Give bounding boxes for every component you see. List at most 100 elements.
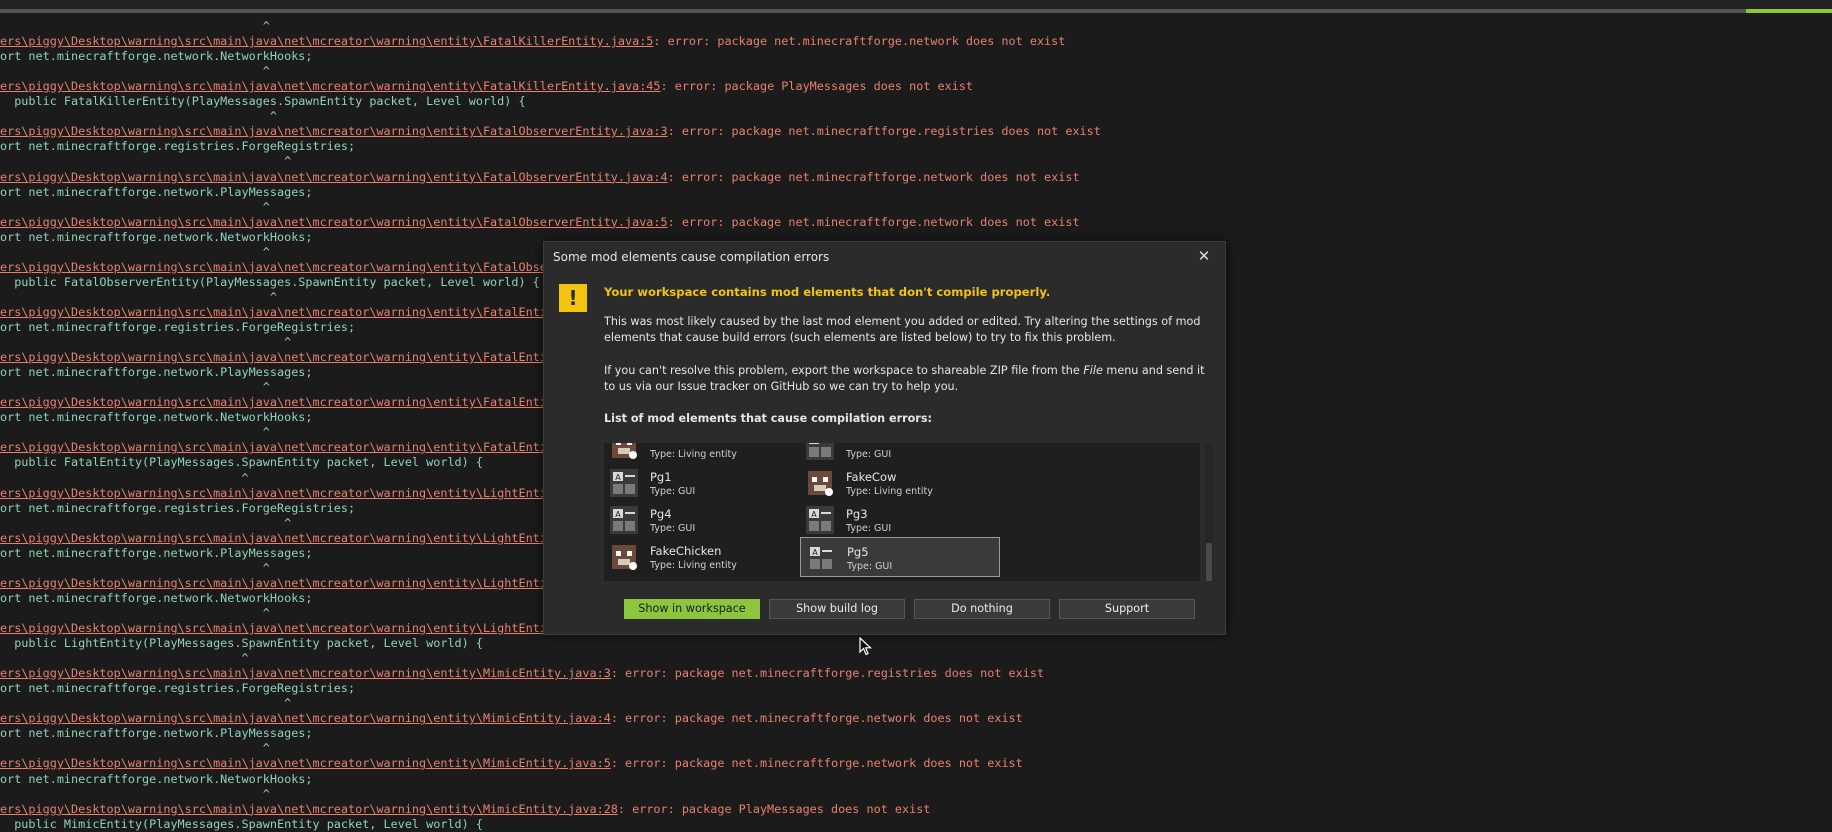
dialog-title: Some mod elements cause compilation erro…: [553, 250, 830, 264]
code-line: ort net.minecraftforge.network.NetworkHo…: [0, 49, 313, 64]
dialog-help-text: If you can't resolve this problem, expor…: [604, 363, 1214, 395]
mod-element-list[interactable]: Type: Living entity A Type: GUI A Pg1 Type: G…: [604, 443, 1200, 581]
caret-line: ^: [0, 786, 270, 801]
gui-icon: A: [806, 443, 834, 460]
svg-text:A: A: [812, 548, 818, 557]
caret-line: ^: [0, 335, 292, 350]
dialog-explanation: This was most likely caused by the last …: [604, 315, 1201, 344]
warning-icon: !: [559, 284, 587, 312]
close-icon[interactable]: ✕: [1195, 247, 1213, 265]
error-file-link[interactable]: ers\piggy\Desktop\warning\src\main\java\…: [0, 395, 547, 409]
code-line: ort net.minecraftforge.registries.ForgeR…: [0, 320, 356, 334]
error-file-link[interactable]: ers\piggy\Desktop\warning\src\main\java\…: [0, 576, 547, 590]
error-file-link[interactable]: ers\piggy\Desktop\warning\src\main\java\…: [0, 756, 611, 770]
mod-element-type: Type: GUI: [846, 449, 892, 460]
show-build-log-button[interactable]: Show build log: [769, 599, 905, 619]
caret-line: ^: [0, 244, 270, 259]
error-line: ers\piggy\Desktop\warning\src\main\java\…: [0, 711, 1023, 726]
error-line: ers\piggy\Desktop\warning\src\main\java\…: [0, 395, 547, 410]
mod-element-item[interactable]: FakeChicken Type: Living entity: [604, 537, 804, 577]
code-line: ort net.minecraftforge.network.PlayMessa…: [0, 545, 313, 560]
gui-icon: A: [806, 506, 834, 534]
code-line: public MimicEntity(PlayMessages.SpawnEnt…: [0, 816, 483, 831]
error-file-link[interactable]: ers\piggy\Desktop\warning\src\main\java\…: [0, 170, 668, 184]
error-line: ers\piggy\Desktop\warning\src\main\java\…: [0, 440, 547, 455]
scrollbar-thumb[interactable]: [1206, 543, 1212, 581]
mod-element-item[interactable]: A Pg5 Type: GUI: [800, 537, 1000, 577]
error-line: ers\piggy\Desktop\warning\src\main\java\…: [0, 215, 1080, 230]
error-file-link[interactable]: ers\piggy\Desktop\warning\src\main\java\…: [0, 124, 668, 138]
error-line: ers\piggy\Desktop\warning\src\main\java\…: [0, 756, 1023, 771]
code-line: ort net.minecraftforge.network.PlayMessa…: [0, 726, 313, 741]
mod-element-type: Type: GUI: [650, 486, 696, 497]
caret-line: ^: [0, 154, 292, 169]
support-button[interactable]: Support: [1059, 599, 1195, 619]
error-line: ers\piggy\Desktop\warning\src\main\java\…: [0, 170, 1080, 185]
dialog-headline: Your workspace contains mod elements tha…: [604, 285, 1051, 299]
mod-element-item[interactable]: FakeCow Type: Living entity: [800, 463, 1000, 503]
caret-line: ^: [0, 560, 270, 575]
error-message: : error: package net.minecraftforge.netw…: [610, 756, 1023, 771]
mod-element-name: FakeCow: [846, 470, 897, 484]
mod-element-item[interactable]: A Pg4 Type: GUI: [604, 500, 804, 540]
mod-element-type: Type: GUI: [846, 523, 892, 534]
svg-text:A: A: [811, 510, 817, 519]
code-line: public FatalEntity(PlayMessages.SpawnEnt…: [0, 455, 483, 470]
error-file-link[interactable]: ers\piggy\Desktop\warning\src\main\java\…: [0, 440, 547, 454]
mod-element-type: Type: Living entity: [846, 486, 933, 497]
code-line: public FatalObserverEntity(PlayMessages.…: [0, 274, 540, 289]
mod-element-type: Type: Living entity: [650, 449, 737, 460]
code-line: ort net.minecraftforge.network.NetworkHo…: [0, 410, 313, 425]
entity-icon: [610, 543, 638, 571]
svg-text:A: A: [615, 473, 621, 482]
top-progress-bar: [0, 0, 1832, 13]
mod-element-item[interactable]: A Pg1 Type: GUI: [604, 463, 804, 503]
list-title: List of mod elements that cause compilat…: [604, 412, 932, 425]
mod-element-name: Pg3: [846, 507, 868, 521]
error-line: ers\piggy\Desktop\warning\src\main\java\…: [0, 802, 930, 817]
error-file-link[interactable]: ers\piggy\Desktop\warning\src\main\java\…: [0, 215, 668, 229]
svg-text:A: A: [615, 510, 621, 519]
error-message: : error: package net.minecraftforge.regi…: [610, 666, 1045, 681]
list-scrollbar[interactable]: [1205, 443, 1213, 581]
code-line: ort net.minecraftforge.network.PlayMessa…: [0, 184, 313, 199]
error-file-link[interactable]: ers\piggy\Desktop\warning\src\main\java\…: [0, 305, 547, 319]
caret-line: ^: [0, 199, 270, 214]
caret-line: ^: [0, 741, 270, 756]
error-file-link[interactable]: ers\piggy\Desktop\warning\src\main\java\…: [0, 802, 618, 816]
do-nothing-button[interactable]: Do nothing: [914, 599, 1050, 619]
caret-line: ^: [0, 470, 249, 485]
error-file-link[interactable]: ers\piggy\Desktop\warning\src\main\java\…: [0, 621, 547, 635]
entity-icon: [610, 443, 638, 460]
error-message: : error: package net.minecraftforge.netw…: [667, 214, 1080, 229]
error-file-link[interactable]: ers\piggy\Desktop\warning\src\main\java\…: [0, 34, 653, 48]
code-line: ort net.minecraftforge.network.PlayMessa…: [0, 365, 313, 380]
mouse-cursor-icon: [859, 637, 873, 656]
error-line: ers\piggy\Desktop\warning\src\main\java\…: [0, 350, 547, 365]
mod-element-name: Pg1: [650, 470, 672, 484]
mod-element-item[interactable]: A Pg3 Type: GUI: [800, 500, 1000, 540]
code-line: public FatalKillerEntity(PlayMessages.Sp…: [0, 94, 526, 109]
error-file-link[interactable]: ers\piggy\Desktop\warning\src\main\java\…: [0, 350, 547, 364]
mod-element-type: Type: GUI: [650, 523, 696, 534]
code-line: ort net.minecraftforge.network.NetworkHo…: [0, 590, 313, 605]
error-file-link[interactable]: ers\piggy\Desktop\warning\src\main\java\…: [0, 531, 547, 545]
show-in-workspace-button[interactable]: Show in workspace: [624, 599, 760, 619]
gui-icon: A: [610, 506, 638, 534]
code-line: public LightEntity(PlayMessages.SpawnEnt…: [0, 636, 483, 651]
error-message: : error: package PlayMessages does not e…: [660, 79, 974, 94]
caret-line: ^: [0, 380, 270, 395]
error-file-link[interactable]: ers\piggy\Desktop\warning\src\main\java\…: [0, 486, 547, 500]
error-file-link[interactable]: ers\piggy\Desktop\warning\src\main\java\…: [0, 260, 547, 274]
error-file-link[interactable]: ers\piggy\Desktop\warning\src\main\java\…: [0, 666, 611, 680]
error-line: ers\piggy\Desktop\warning\src\main\java\…: [0, 621, 547, 636]
compilation-errors-dialog: Some mod elements cause compilation erro…: [543, 241, 1226, 635]
code-line: ort net.minecraftforge.network.NetworkHo…: [0, 229, 313, 244]
help-text-part1: If you can't resolve this problem, expor…: [604, 364, 1084, 377]
error-file-link[interactable]: ers\piggy\Desktop\warning\src\main\java\…: [0, 79, 661, 93]
error-message: : error: package PlayMessages does not e…: [617, 801, 931, 816]
caret-line: ^: [0, 605, 270, 620]
caret-line: ^: [0, 289, 277, 304]
error-file-link[interactable]: ers\piggy\Desktop\warning\src\main\java\…: [0, 711, 611, 725]
mod-element-name: Pg5: [847, 545, 869, 559]
